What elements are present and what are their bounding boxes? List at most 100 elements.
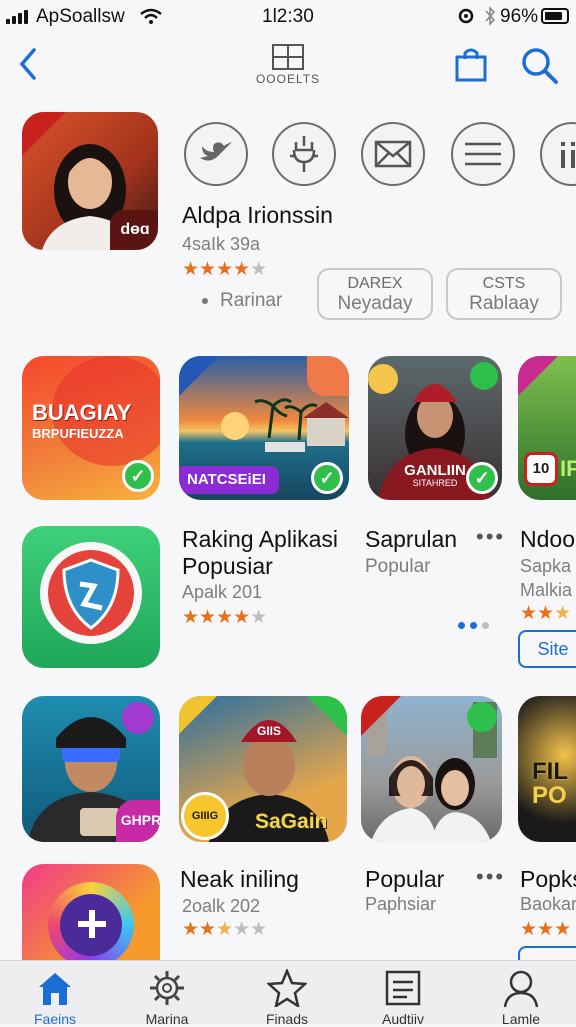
col3-subtitle2: Malkia: [520, 580, 573, 600]
tile-5-label: GHPR: [116, 800, 160, 842]
plus-icon: [78, 910, 106, 938]
featured-app-icon[interactable]: dɵɑ: [22, 112, 158, 250]
app-tile-4[interactable]: 10 IF: [518, 356, 576, 500]
featured-rating: ★★★★★: [182, 259, 268, 280]
status-bar: ApSoallsw 1l2:30 96%: [0, 0, 576, 34]
menu-button[interactable]: [451, 122, 515, 186]
search-button[interactable]: [520, 46, 560, 86]
pill-1-line2: Neyaday: [337, 293, 413, 314]
corner-ribbon: [179, 356, 219, 396]
shield-icon: [62, 558, 120, 630]
tool-badge-icon: [470, 362, 498, 390]
nav-center-label: OOOELTS: [255, 72, 321, 86]
corner-ribbon: [22, 112, 66, 156]
featured-bullet-text: Rarinar: [220, 290, 283, 311]
chevron-left-icon: [19, 48, 36, 80]
plug-button[interactable]: [272, 122, 336, 186]
more-options-button[interactable]: •••: [476, 864, 505, 890]
check-icon: ✓: [122, 460, 154, 492]
sun-badge-icon: [368, 364, 398, 394]
check-icon: ✓: [466, 462, 498, 494]
app-tile-5[interactable]: GHPR: [22, 696, 160, 842]
info-button[interactable]: [540, 122, 576, 186]
signal-icon: [6, 10, 32, 24]
tab-home-label: Faeins: [33, 1011, 77, 1027]
corner-tag-icon: [307, 356, 349, 396]
menu-icon: [465, 142, 501, 166]
get-button-partial[interactable]: [518, 946, 576, 960]
more-options-button[interactable]: •••: [476, 524, 505, 550]
tile-4-label2: IF: [560, 456, 576, 481]
section2-col2-title: Popular: [365, 866, 445, 892]
home-icon: [39, 973, 71, 1005]
battery-icon: [541, 8, 569, 24]
pill-2-line2: Rablaay: [469, 293, 539, 314]
bird-icon: [200, 142, 232, 161]
bluetooth-icon: [485, 6, 496, 26]
list-icon: [385, 970, 421, 1006]
section1-title-line2: Popusiar: [182, 553, 273, 579]
app-tile-2[interactable]: NATCSEiEI ✓: [179, 356, 349, 500]
section2-col3-rating: ★★★: [520, 919, 572, 940]
col2-subtitle: Popular: [365, 556, 431, 577]
location-icon: [458, 8, 474, 24]
clock: 1l2:30: [262, 6, 314, 27]
tile-6-sticker: GIIIG: [181, 792, 229, 840]
section2-app-icon[interactable]: [22, 864, 160, 964]
pill-button-2[interactable]: CSTS Rablaay: [446, 268, 562, 320]
app-tile-3[interactable]: GANLIIN SITAHRED ✓: [368, 356, 502, 500]
tile-8-label2: PO: [532, 782, 567, 809]
battery-percent: 96%: [500, 6, 539, 27]
section2-col2-subtitle: Paphsiar: [365, 894, 437, 914]
star-icon: [267, 969, 307, 1007]
app-tile-6[interactable]: GIIS GIIIG SaGain: [179, 696, 347, 842]
featured-title: Aldpa Irionssin: [182, 202, 333, 228]
tile-4-badge: 10: [524, 452, 558, 486]
pill-1-line1: DAREX: [347, 275, 403, 292]
tab-activity-label: Audtiiv: [381, 1011, 425, 1027]
shopping-bag-icon: [455, 48, 487, 82]
carrier-name: ApSoallsw: [36, 6, 125, 27]
check-icon: ✓: [311, 462, 343, 494]
get-button[interactable]: Site: [518, 630, 576, 668]
search-icon: [522, 48, 558, 84]
avatar-badge: dɵɑ: [110, 210, 158, 250]
hat-text: GIIS: [256, 724, 281, 738]
mail-button[interactable]: [361, 122, 425, 186]
tab-profile-label: Lamle: [501, 1011, 541, 1027]
section2-rating: ★★★★★: [182, 919, 268, 940]
col2-title: Saprulan: [365, 526, 458, 552]
tab-featured-label: Finads: [265, 1011, 309, 1027]
tab-bar: Faeins Marina Finads Audtiiv Lamle: [0, 960, 576, 1027]
tab-settings-label: Marina: [145, 1011, 189, 1027]
tool-badge-icon: [467, 702, 497, 732]
featured-subtitle: 4saIk 39a: [182, 234, 261, 254]
bullet-dot: [202, 298, 208, 304]
section2-col3-subtitle: Baokar: [520, 894, 576, 914]
page-indicator[interactable]: [458, 616, 494, 634]
section2-col3-title: Popks: [520, 866, 576, 892]
nav-center-title[interactable]: OOOELTS: [250, 44, 326, 86]
featured-list-icon[interactable]: [22, 526, 160, 668]
tile-2-label: NATCSEiEI: [179, 466, 279, 494]
back-button[interactable]: [14, 44, 46, 88]
plug-icon: [290, 136, 318, 172]
app-tile-7[interactable]: [361, 696, 502, 842]
section2-title: Neak iniling: [180, 866, 299, 892]
wifi-icon: [140, 8, 162, 24]
info-icon: [561, 142, 575, 168]
envelope-icon: [374, 140, 412, 168]
share-twitter-button[interactable]: [184, 122, 248, 186]
bag-button[interactable]: [454, 46, 488, 82]
col3-title: Ndoo: [520, 526, 575, 552]
person-icon: [503, 970, 539, 1007]
section1-rating: ★★★★★: [182, 607, 268, 628]
tile-1-label1: BUAGIAY: [32, 400, 132, 425]
app-tile-1[interactable]: BUAGIAY BRPUFIEUZZA ✓: [22, 356, 160, 500]
col3-subtitle1: Sapka: [520, 556, 572, 576]
grid-icon: [272, 44, 304, 70]
pill-2-line1: CSTS: [482, 275, 526, 292]
app-tile-8[interactable]: FIL PO: [518, 696, 576, 842]
pill-button-1[interactable]: DAREX Neyaday: [317, 268, 433, 320]
tile-6-label: SaGain: [255, 810, 328, 833]
